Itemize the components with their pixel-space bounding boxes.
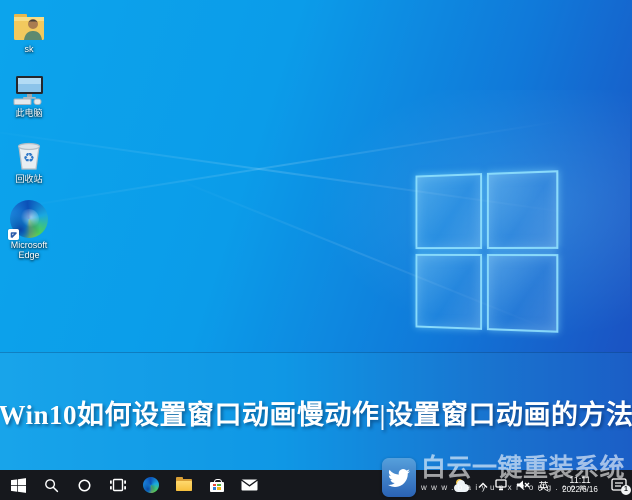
notification-badge: 1 (621, 485, 631, 495)
cortana-circle-icon (78, 479, 91, 491)
start-button[interactable] (2, 470, 35, 500)
recycle-bin-icon: ♻ (12, 136, 46, 172)
taskbar: 英 11:11 2022/6/16 1 (0, 470, 632, 500)
store-icon (209, 478, 224, 492)
svg-text:♻: ♻ (23, 151, 35, 166)
task-view-icon (109, 478, 126, 492)
search-icon (45, 478, 59, 492)
search-button[interactable] (35, 470, 68, 500)
volume-muted-icon[interactable] (516, 479, 530, 491)
edge-taskbar-button[interactable] (134, 470, 167, 500)
desktop-icon-recycle-bin[interactable]: ♻ 回收站 (0, 136, 58, 184)
network-icon[interactable] (495, 479, 509, 491)
file-explorer-button[interactable] (167, 470, 200, 500)
desktop-icon-label: 此电脑 (15, 108, 43, 118)
desktop-icon-user-folder[interactable]: sk (0, 6, 58, 54)
task-view-button[interactable] (101, 470, 134, 500)
store-button[interactable] (200, 470, 233, 500)
system-tray: 英 11:11 2022/6/16 1 (454, 470, 632, 500)
hidden-icons-chevron[interactable] (478, 482, 488, 489)
shortcut-arrow-icon (8, 229, 19, 240)
this-pc-icon (11, 70, 47, 106)
desktop-icon-this-pc[interactable]: 此电脑 (0, 70, 58, 118)
windows-start-icon (11, 477, 26, 493)
edge-swirl (19, 209, 39, 229)
user-folder-icon (11, 6, 47, 42)
cortana-button[interactable] (68, 470, 101, 500)
banner-title: Win10如何设置窗口动画慢动作|设置窗口动画的方法 (0, 399, 632, 430)
desktop-icon-microsoft-edge[interactable]: Microsoft Edge (0, 196, 58, 260)
desktop-wallpaper: sk 此电脑 ♻ 回收站 Microsoft Edge Win10如何设置窗口动… (0, 0, 632, 500)
weather-icon[interactable] (454, 478, 471, 492)
file-explorer-icon (175, 477, 192, 491)
mail-icon (241, 479, 258, 491)
mail-button[interactable] (233, 470, 266, 500)
caption-banner: Win10如何设置窗口动画慢动作|设置窗口动画的方法 (0, 352, 632, 471)
desktop-icon-label: 回收站 (15, 174, 43, 184)
edge-icon (8, 196, 48, 240)
desktop-icon-label: sk (24, 44, 34, 54)
clock-date: 2022/6/16 (562, 485, 598, 494)
ime-indicator[interactable]: 英 (537, 478, 550, 493)
desktop-icon-label: Microsoft Edge (10, 240, 48, 260)
windows-logo (415, 170, 559, 333)
taskbar-clock[interactable]: 11:11 2022/6/16 (557, 475, 603, 495)
edge-icon (142, 477, 159, 493)
taskbar-buttons (0, 470, 266, 500)
action-center-button[interactable]: 1 (610, 477, 631, 495)
clock-time: 11:11 (569, 475, 591, 485)
